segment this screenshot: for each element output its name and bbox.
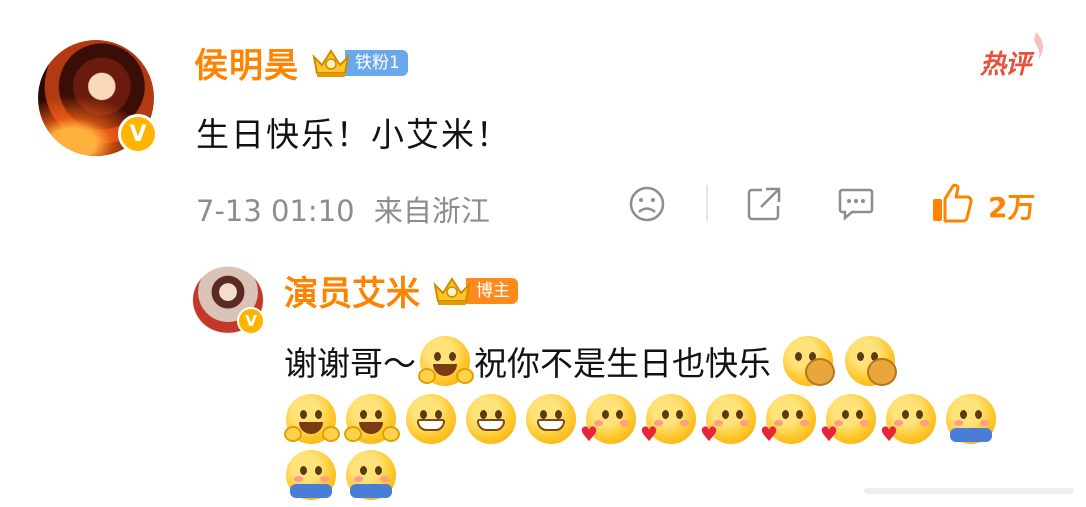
hug-emoji-icon	[946, 394, 996, 444]
fan-badge[interactable]: 铁粉1	[311, 48, 408, 78]
hug-emoji-icon	[286, 450, 336, 500]
verified-icon: V	[237, 307, 265, 335]
heart-kiss-emoji-icon: ♥	[820, 394, 876, 444]
emoji-row-3	[286, 450, 396, 500]
crown-icon	[432, 275, 472, 307]
timestamp: 7-13 01:10	[196, 194, 355, 228]
heart-kiss-emoji-icon: ♥	[880, 394, 936, 444]
thumbs-up-icon[interactable]	[930, 182, 974, 224]
divider	[706, 185, 708, 221]
host-badge-label: 博主	[466, 277, 518, 304]
reply-author-name[interactable]: 演员艾米	[284, 266, 420, 315]
heart-kiss-emoji-icon: ♥	[700, 394, 756, 444]
host-badge[interactable]: 博主	[432, 276, 518, 306]
comment-icon[interactable]	[836, 184, 876, 224]
reply-text-part2: 祝你不是生日也快乐	[474, 344, 771, 383]
hot-flame-icon	[1034, 32, 1044, 60]
grin-emoji-icon	[526, 394, 576, 444]
comment-meta: 7-13 01:10 来自浙江	[196, 188, 490, 230]
heart-kiss-emoji-icon: ♥	[640, 394, 696, 444]
heart-kiss-emoji-icon: ♥	[580, 394, 636, 444]
reply-text: 谢谢哥～ 祝你不是生日也快乐	[284, 336, 897, 386]
cookie-laugh-emoji-icon	[783, 336, 835, 386]
cheer-emoji-icon	[418, 336, 474, 386]
cheer-emoji-icon	[344, 394, 400, 444]
author-name[interactable]: 侯明昊	[194, 38, 299, 87]
cookie-laugh-emoji-icon	[845, 336, 897, 386]
location: 来自浙江	[373, 194, 490, 228]
grin-emoji-icon	[466, 394, 516, 444]
comment-text: 生日快乐！小艾米！	[196, 115, 511, 154]
verified-icon: V	[118, 114, 158, 154]
fan-badge-label: 铁粉1	[345, 49, 408, 76]
hug-emoji-icon	[346, 450, 396, 500]
reply-text-part1: 谢谢哥～	[284, 344, 416, 383]
watermark-bar	[864, 488, 1074, 494]
heart-kiss-emoji-icon: ♥	[760, 394, 816, 444]
dislike-face-icon[interactable]	[627, 184, 667, 224]
emoji-row-2: ♥ ♥ ♥ ♥ ♥ ♥	[284, 394, 996, 444]
grin-emoji-icon	[406, 394, 456, 444]
share-icon[interactable]	[744, 184, 784, 224]
cheer-emoji-icon	[284, 394, 340, 444]
crown-icon	[311, 47, 351, 79]
like-count: 2万	[988, 191, 1036, 224]
